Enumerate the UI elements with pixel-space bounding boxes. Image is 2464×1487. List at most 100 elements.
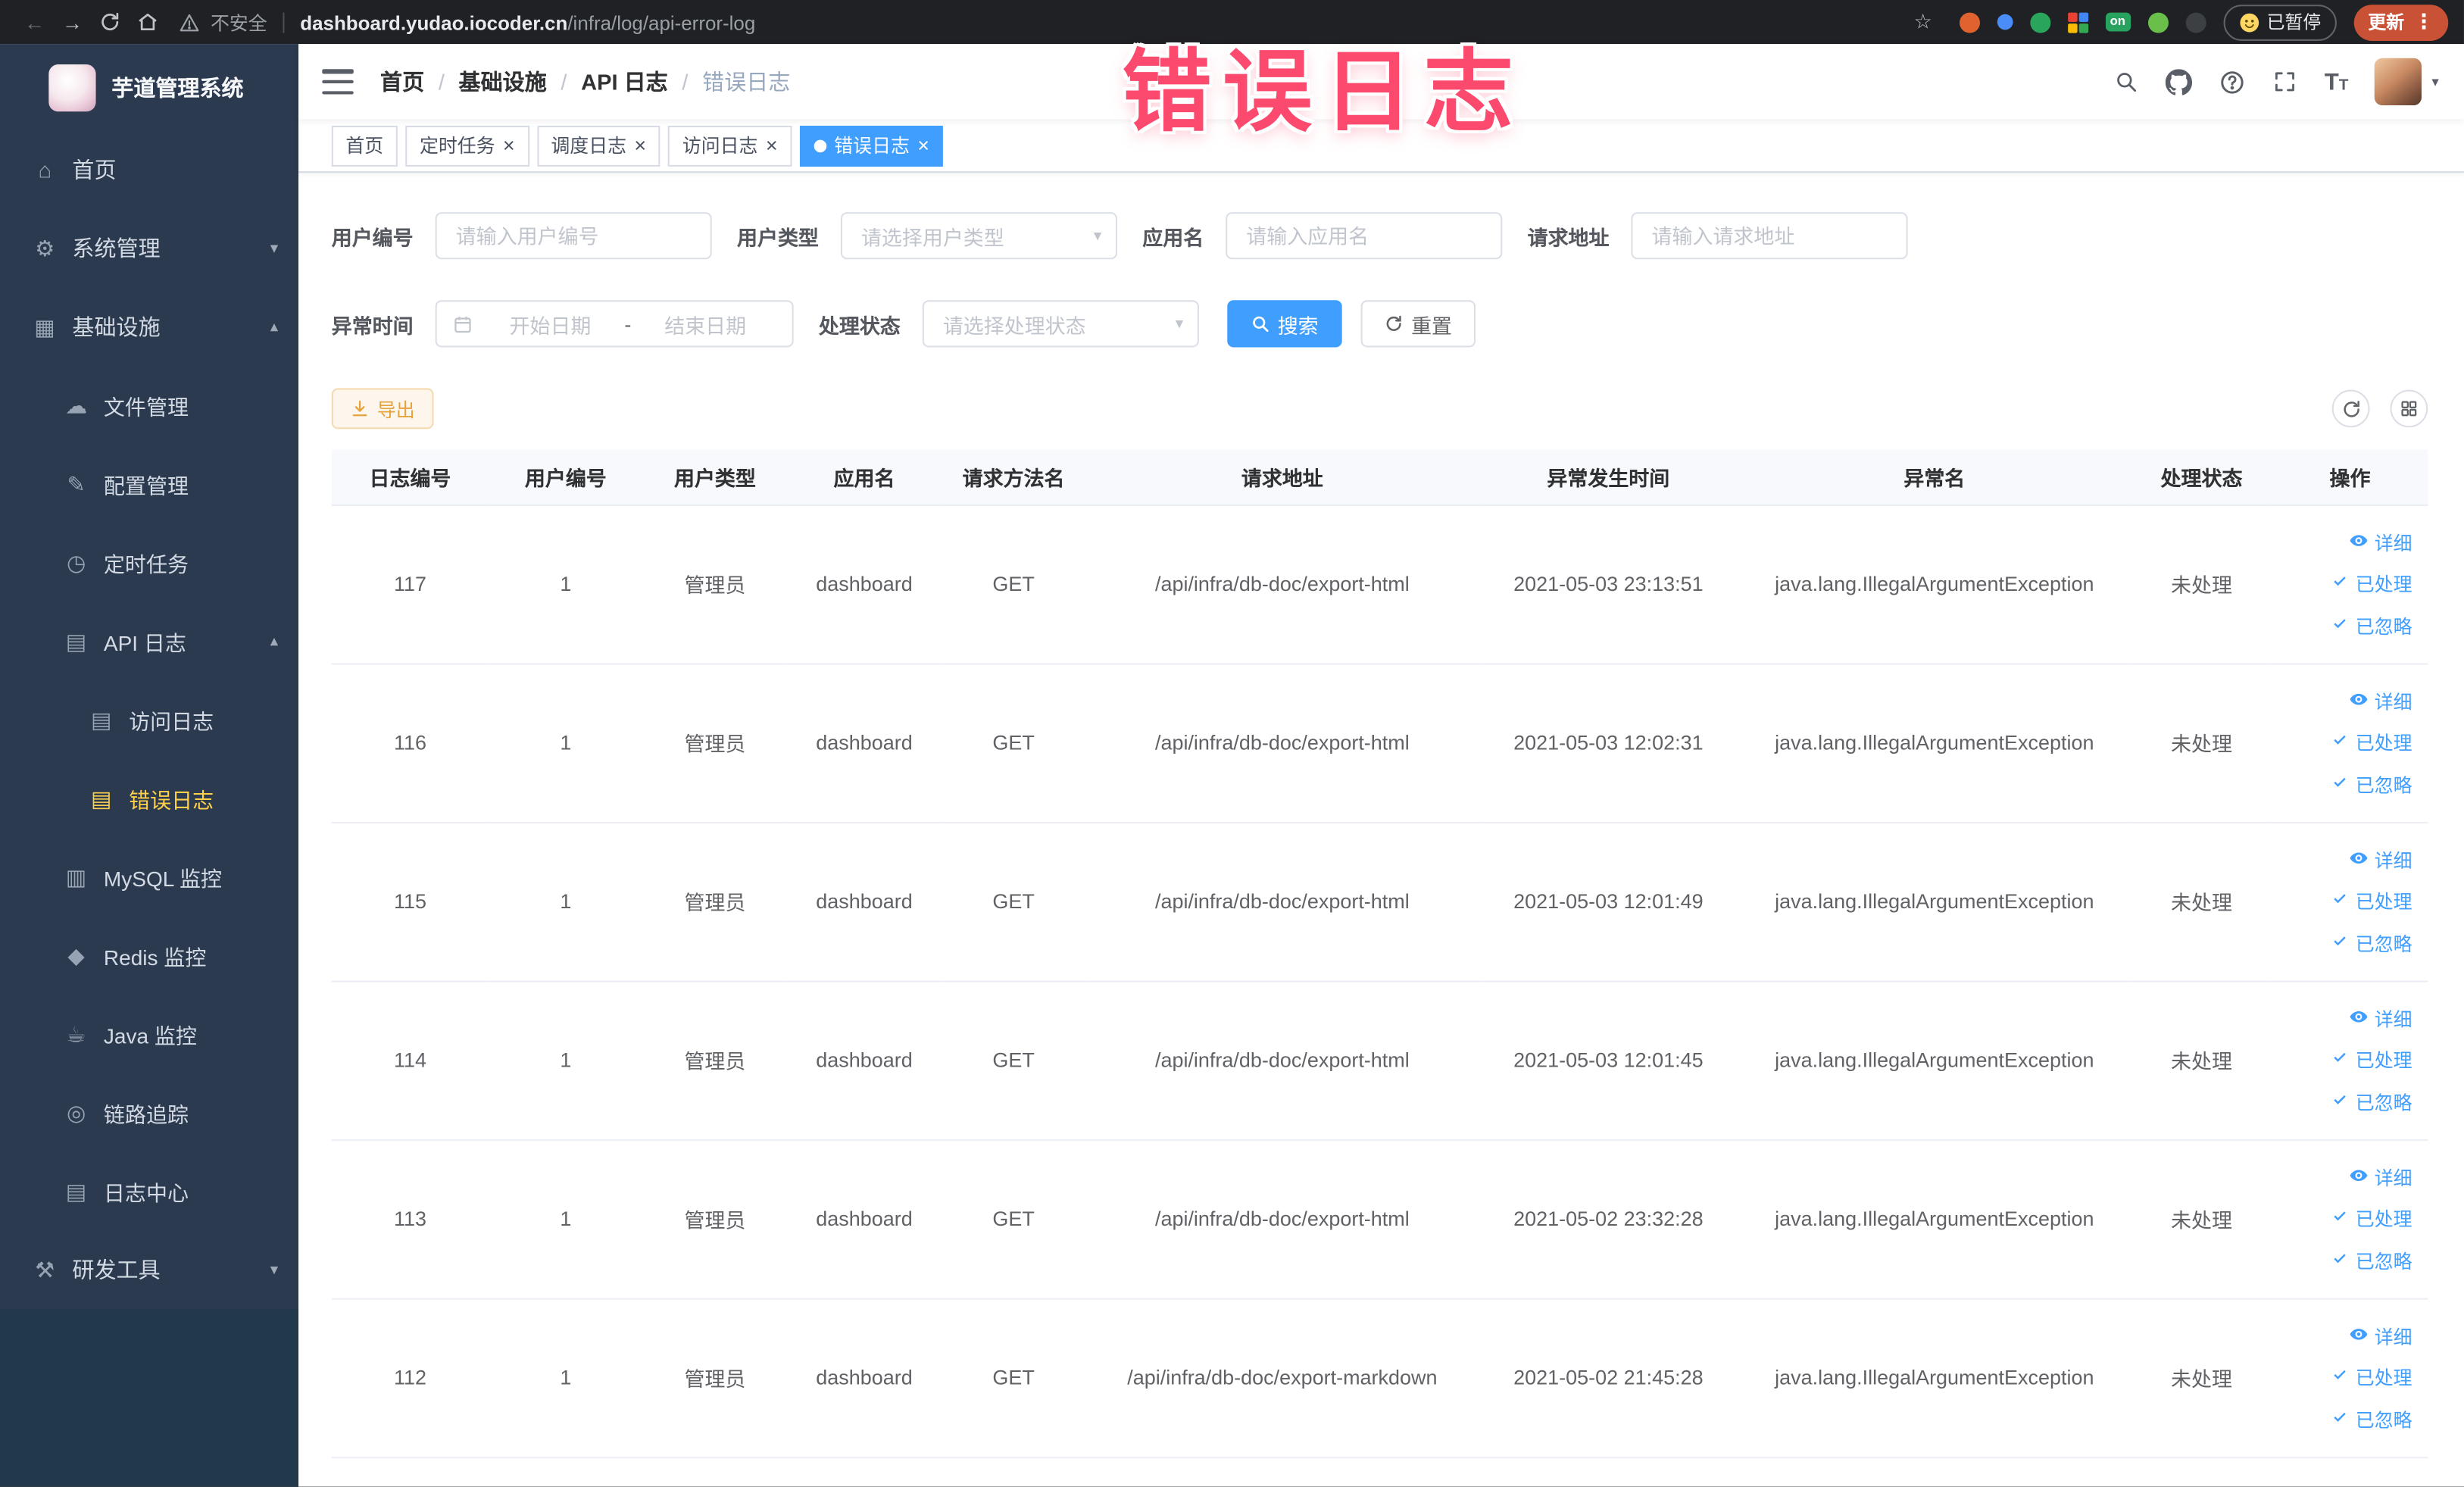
export-button[interactable]: 导出 <box>331 388 434 430</box>
breadcrumb-item[interactable]: 基础设施 <box>459 66 547 97</box>
github-icon[interactable] <box>2166 68 2193 95</box>
app-logo[interactable]: 芋道管理系统 <box>0 44 298 130</box>
detail-label: 详细 <box>2374 1325 2412 1348</box>
address-bar[interactable]: 不安全 dashboard.yudao.iocoder.cn/infra/log… <box>180 8 1904 35</box>
column-settings-button[interactable] <box>2390 389 2428 428</box>
detail-link[interactable]: 详细 <box>2280 521 2412 563</box>
sidebar-item-mysql[interactable]: ▥ MySQL 监控 <box>0 838 298 917</box>
processed-link[interactable]: 已处理 <box>2280 722 2412 764</box>
font-size-icon[interactable]: TT <box>2325 70 2349 93</box>
user-id-input[interactable] <box>435 212 712 260</box>
search-icon[interactable] <box>2114 69 2139 94</box>
download-icon <box>352 400 367 417</box>
home-icon[interactable] <box>129 3 167 41</box>
sidebar-item-devtools[interactable]: ⚒ 研发工具 ▾ <box>0 1230 298 1309</box>
cell-app-name: dashboard <box>787 1298 942 1458</box>
refresh-table-button[interactable] <box>2331 389 2370 428</box>
hamburger-icon[interactable] <box>322 69 354 95</box>
sidebar-item-job[interactable]: ◷ 定时任务 <box>0 523 298 602</box>
sidebar-item-config[interactable]: ✎ 配置管理 <box>0 445 298 523</box>
process-status-select[interactable]: 请选择处理状态 ▾ <box>922 300 1199 348</box>
sidebar-item-label: 系统管理 <box>72 236 161 261</box>
back-icon[interactable]: ← <box>16 3 54 41</box>
sidebar-item-system[interactable]: ⚙ 系统管理 ▾ <box>0 209 298 288</box>
exception-time-range-picker[interactable]: 开始日期 - 结束日期 <box>435 300 794 348</box>
detail-link[interactable]: 详细 <box>2280 839 2412 880</box>
help-icon[interactable] <box>2219 68 2246 95</box>
extension-icon[interactable] <box>2147 11 2168 33</box>
app-name-input[interactable] <box>1226 212 1503 260</box>
sidebar-item-infra[interactable]: ▦ 基础设施 ▴ <box>0 288 298 367</box>
cell-app-name: dashboard <box>787 504 942 664</box>
sidebar-item-redis[interactable]: ◆ Redis 监控 <box>0 916 298 995</box>
detail-link[interactable]: 详细 <box>2280 1156 2412 1198</box>
cell-request-url: /api/infra/db-doc/export-html <box>1085 504 1479 664</box>
tab-调度日志[interactable]: 调度日志 × <box>536 124 661 166</box>
fullscreen-icon[interactable] <box>2272 69 2297 94</box>
user-menu[interactable]: ▾ <box>2375 58 2439 105</box>
close-icon[interactable]: × <box>917 135 929 155</box>
sidebar-item-api-log[interactable]: ▤ API 日志 ▴ <box>0 602 298 681</box>
table-row: 116 1 管理员 dashboard GET/api/infra/db-doc/exp… <box>331 663 2428 823</box>
reset-button[interactable]: 重置 <box>1360 300 1476 348</box>
close-icon[interactable]: × <box>503 135 515 155</box>
extension-icon[interactable] <box>1997 14 2013 30</box>
request-url-input[interactable] <box>1631 212 1908 260</box>
sidebar-item-file[interactable]: ☁ 文件管理 <box>0 366 298 445</box>
processed-link[interactable]: 已处理 <box>2280 1039 2412 1081</box>
tab-label: 调度日志 <box>551 135 627 158</box>
ignored-link[interactable]: 已忽略 <box>2280 1081 2412 1123</box>
processed-link[interactable]: 已处理 <box>2280 563 2412 604</box>
extension-icon[interactable] <box>2029 11 2050 33</box>
ignored-link[interactable]: 已忽略 <box>2280 604 2412 646</box>
update-button[interactable]: 更新 ⋮ <box>2353 4 2449 40</box>
app-title: 芋道管理系统 <box>111 74 244 100</box>
sidebar-item-label: Java 监控 <box>103 1024 197 1048</box>
sidebar-item-java[interactable]: ☕ Java 监控 <box>0 995 298 1073</box>
reload-icon[interactable] <box>91 3 129 41</box>
search-button[interactable]: 搜索 <box>1227 300 1342 348</box>
calendar-icon <box>453 314 473 334</box>
ignored-link[interactable]: 已忽略 <box>2280 1239 2412 1281</box>
sidebar-item-trace[interactable]: ◎ 链路追踪 <box>0 1073 298 1152</box>
cell-process-status: 未处理 <box>2131 1298 2272 1458</box>
tab-首页[interactable]: 首页 <box>331 124 398 166</box>
bookmark-star-icon[interactable]: ☆ <box>1904 3 1942 41</box>
check-icon <box>2331 1407 2350 1431</box>
close-icon[interactable]: × <box>634 135 646 155</box>
ignored-link[interactable]: 已忽略 <box>2280 1398 2412 1440</box>
ignored-link[interactable]: 已忽略 <box>2280 922 2412 964</box>
forward-icon[interactable]: → <box>54 3 92 41</box>
close-icon[interactable]: × <box>766 135 778 155</box>
extension-icon[interactable] <box>2067 11 2088 33</box>
extension-icon[interactable] <box>2184 11 2206 33</box>
sidebar-item-home[interactable]: ⌂ 首页 <box>0 130 298 209</box>
table-row: 113 1 管理员 dashboard GET/api/infra/db-doc/exp… <box>331 1139 2428 1299</box>
detail-link[interactable]: 详细 <box>2280 680 2412 722</box>
processed-link[interactable]: 已处理 <box>2280 880 2412 922</box>
breadcrumb-item[interactable]: 首页 <box>380 66 424 97</box>
sidebar-item-log-center[interactable]: ▤ 日志中心 <box>0 1152 298 1231</box>
column-header: 操作 <box>2272 449 2428 505</box>
cell-request-method: GET <box>941 822 1086 982</box>
tab-错误日志[interactable]: 错误日志 × <box>799 124 944 166</box>
column-header: 应用名 <box>787 449 942 505</box>
breadcrumb-item[interactable]: API 日志 <box>581 66 668 97</box>
paused-button[interactable]: 已暂停 <box>2222 4 2337 40</box>
cell-exception-time: 2021-05-02 23:32:28 <box>1479 1139 1738 1299</box>
tab-访问日志[interactable]: 访问日志 × <box>668 124 792 166</box>
processed-link[interactable]: 已处理 <box>2280 1357 2412 1398</box>
browser-chrome: ← → 不安全 dashboard.yudao.iocoder.cn/infra… <box>0 0 2464 45</box>
ignored-link[interactable]: 已忽略 <box>2280 764 2412 805</box>
tab-定时任务[interactable]: 定时任务 × <box>405 124 529 166</box>
gear-icon: ⚙ <box>35 235 55 261</box>
extension-icon[interactable] <box>1959 11 1980 33</box>
sidebar-item-error-log[interactable]: ▤ 错误日志 <box>0 759 298 838</box>
detail-link[interactable]: 详细 <box>2280 1315 2412 1357</box>
user-type-select[interactable]: 请选择用户类型 ▾ <box>840 212 1118 260</box>
detail-link[interactable]: 详细 <box>2280 998 2412 1039</box>
extension-on-badge[interactable]: on <box>2105 12 2131 32</box>
processed-link[interactable]: 已处理 <box>2280 1198 2412 1239</box>
cell-exception-name: java.lang.IllegalArgumentException <box>1738 822 2131 982</box>
sidebar-item-access-log[interactable]: ▤ 访问日志 <box>0 680 298 759</box>
